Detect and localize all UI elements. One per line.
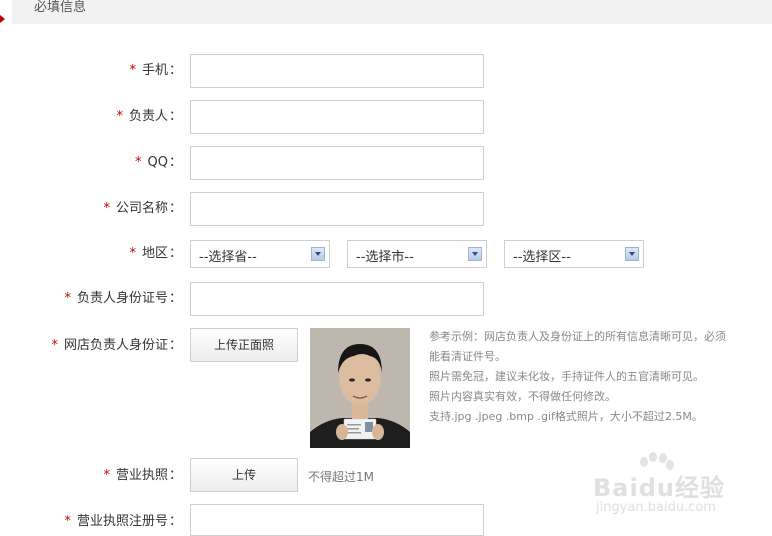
- upload-front-photo-button[interactable]: 上传正面照: [190, 328, 298, 362]
- required-mark: *: [64, 291, 71, 306]
- province-select-value: --选择省--: [199, 250, 257, 265]
- upload-license-button[interactable]: 上传: [190, 458, 298, 492]
- city-select[interactable]: --选择市--: [347, 240, 487, 268]
- district-select[interactable]: --选择区--: [504, 240, 644, 268]
- owner-label: * 负责人：: [116, 109, 182, 124]
- required-mark: *: [64, 514, 71, 529]
- hint-line: 支持.jpg .jpeg .bmp .gif格式照片，大小不超过2.5M。: [429, 410, 703, 423]
- company-input[interactable]: [190, 192, 484, 226]
- watermark-url: jingyan.baidu.com: [596, 500, 716, 515]
- hint-line: 照片内容真实有效，不得做任何修改。: [429, 390, 616, 403]
- section-marker-icon: [0, 15, 5, 23]
- section-header: 必填信息: [12, 0, 772, 24]
- required-mark: *: [135, 155, 142, 170]
- required-mark: *: [129, 63, 136, 78]
- license-label: * 营业执照：: [103, 468, 182, 483]
- required-mark: *: [103, 201, 110, 216]
- qq-label: * QQ：: [135, 155, 182, 170]
- owner-id-label: * 负责人身份证号：: [64, 291, 182, 306]
- required-mark: *: [51, 338, 58, 353]
- hint-line: 能看清证件号。: [429, 350, 506, 363]
- owner-id-input[interactable]: [190, 282, 484, 316]
- hint-line: 参考示例：网店负责人及身份证上的所有信息清晰可见，必须: [429, 330, 726, 343]
- chevron-down-icon[interactable]: [311, 247, 325, 261]
- required-mark: *: [129, 246, 136, 261]
- company-label: * 公司名称：: [103, 201, 182, 216]
- chevron-down-icon[interactable]: [625, 247, 639, 261]
- district-select-value: --选择区--: [513, 250, 571, 265]
- required-mark: *: [103, 468, 110, 483]
- owner-input[interactable]: [190, 100, 484, 134]
- region-label: * 地区：: [129, 246, 182, 261]
- phone-input[interactable]: [190, 54, 484, 88]
- license-size-note: 不得超过1M: [308, 470, 374, 484]
- chevron-down-icon[interactable]: [468, 247, 482, 261]
- province-select[interactable]: --选择省--: [190, 240, 330, 268]
- watermark-logo: Baidu经验: [593, 474, 725, 502]
- required-mark: *: [116, 109, 123, 124]
- id-photo-sample: [310, 328, 410, 448]
- section-title: 必填信息: [34, 0, 87, 15]
- license-no-input[interactable]: [190, 504, 484, 536]
- city-select-value: --选择市--: [356, 250, 414, 265]
- phone-label: * 手机：: [129, 63, 182, 78]
- qq-input[interactable]: [190, 146, 484, 180]
- person-holding-id-image: [310, 328, 410, 448]
- shop-owner-id-label: * 网店负责人身份证：: [51, 338, 182, 353]
- license-no-label: * 营业执照注册号：: [64, 514, 182, 529]
- hint-line: 照片需免冠，建议未化妆，手持证件人的五官清晰可见。: [429, 370, 704, 383]
